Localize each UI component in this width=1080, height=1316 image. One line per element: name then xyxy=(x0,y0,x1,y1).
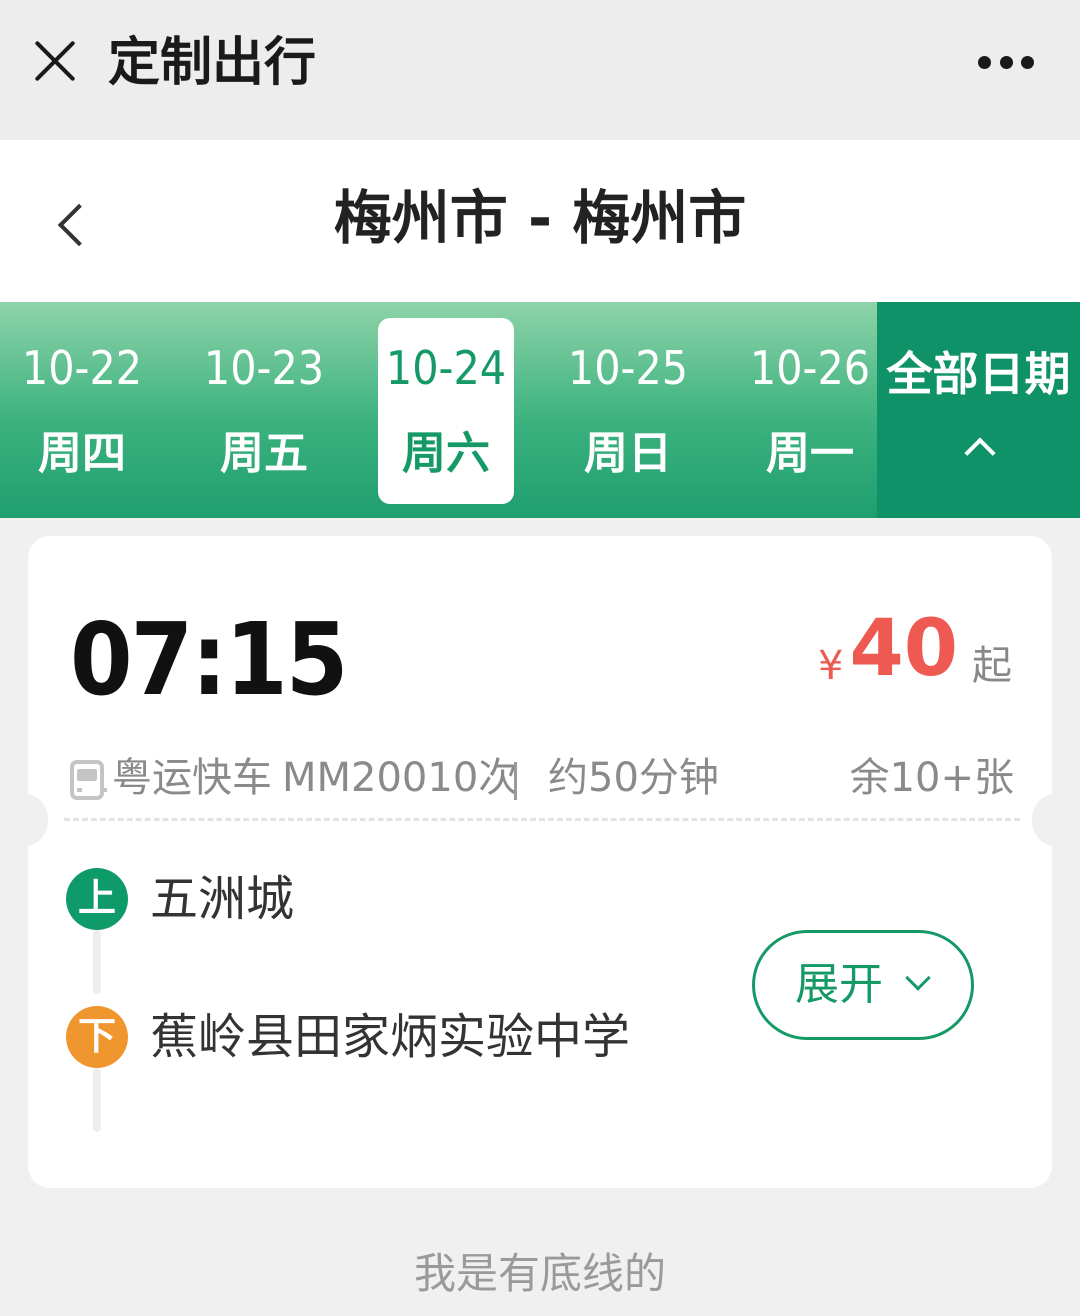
date-label: 10-23 xyxy=(203,341,325,395)
date-selector: 10-22 周四 10-23 周五 10-24 周六 10-25 周日 10-2… xyxy=(0,302,1080,518)
alight-badge: 下 xyxy=(66,1006,128,1068)
route-line xyxy=(93,1068,101,1132)
bus-icon xyxy=(70,760,107,800)
price: ¥ 40 起 xyxy=(818,604,1012,694)
currency-symbol: ¥ xyxy=(818,643,844,689)
app-title: 定制出行 xyxy=(108,33,317,93)
chevron-down-icon xyxy=(905,965,931,991)
route-header: 梅州市 - 梅州市 xyxy=(0,140,1080,302)
trip-duration: 约50分钟 xyxy=(548,755,719,801)
all-dates-label: 全部日期 xyxy=(886,347,1071,401)
remaining-tickets: 余10+张 xyxy=(849,755,1014,801)
date-label: 10-25 xyxy=(567,341,689,395)
weekday-label: 周日 xyxy=(584,428,672,479)
weekday-label: 周六 xyxy=(402,428,490,479)
expand-button[interactable]: 展开 xyxy=(752,930,974,1040)
ticket-notch-left xyxy=(4,794,48,846)
ticket-notch-right xyxy=(1032,794,1076,846)
date-label: 10-22 xyxy=(21,341,143,395)
date-tab-10-22[interactable]: 10-22 周四 xyxy=(14,318,150,504)
divider xyxy=(514,762,517,800)
chevron-up-icon xyxy=(964,437,996,469)
date-tab-10-24[interactable]: 10-24 周六 xyxy=(378,318,514,504)
price-suffix: 起 xyxy=(972,643,1012,689)
date-tab-10-25[interactable]: 10-25 周日 xyxy=(560,318,696,504)
alighting-stop-name: 蕉岭县田家炳实验中学 xyxy=(150,1009,631,1065)
trip-info: 粤运快车 MM20010次 约50分钟 余10+张 xyxy=(68,750,1014,806)
date-label: 10-26 xyxy=(749,341,871,395)
top-bar: 定制出行 xyxy=(0,0,1080,140)
route-line xyxy=(93,930,101,994)
expand-label: 展开 xyxy=(795,959,883,1010)
boarding-stop-name: 五洲城 xyxy=(150,871,295,927)
board-badge: 上 xyxy=(66,868,128,930)
date-tab-10-23[interactable]: 10-23 周五 xyxy=(196,318,332,504)
weekday-label: 周四 xyxy=(38,428,126,479)
dashed-divider xyxy=(64,818,1020,821)
bus-name: 粤运快车 xyxy=(112,755,272,801)
date-tab-10-26[interactable]: 10-26 周一 xyxy=(742,318,878,504)
trip-number: MM20010次 xyxy=(282,755,519,801)
more-icon[interactable] xyxy=(978,54,1034,70)
date-label: 10-24 xyxy=(385,341,507,395)
all-dates-button[interactable]: 全部日期 xyxy=(877,302,1080,518)
close-icon[interactable] xyxy=(30,36,80,86)
route-title: 梅州市 - 梅州市 xyxy=(333,184,747,252)
departure-time: 07:15 xyxy=(70,601,348,718)
price-value: 40 xyxy=(849,604,958,694)
end-of-list-text: 我是有底线的 xyxy=(413,1249,666,1298)
weekday-label: 周一 xyxy=(766,428,854,479)
ticket-card[interactable]: 07:15 ¥ 40 起 粤运快车 MM20010次 约50分钟 余10+张 上… xyxy=(4,536,1076,1188)
weekday-label: 周五 xyxy=(220,428,308,479)
